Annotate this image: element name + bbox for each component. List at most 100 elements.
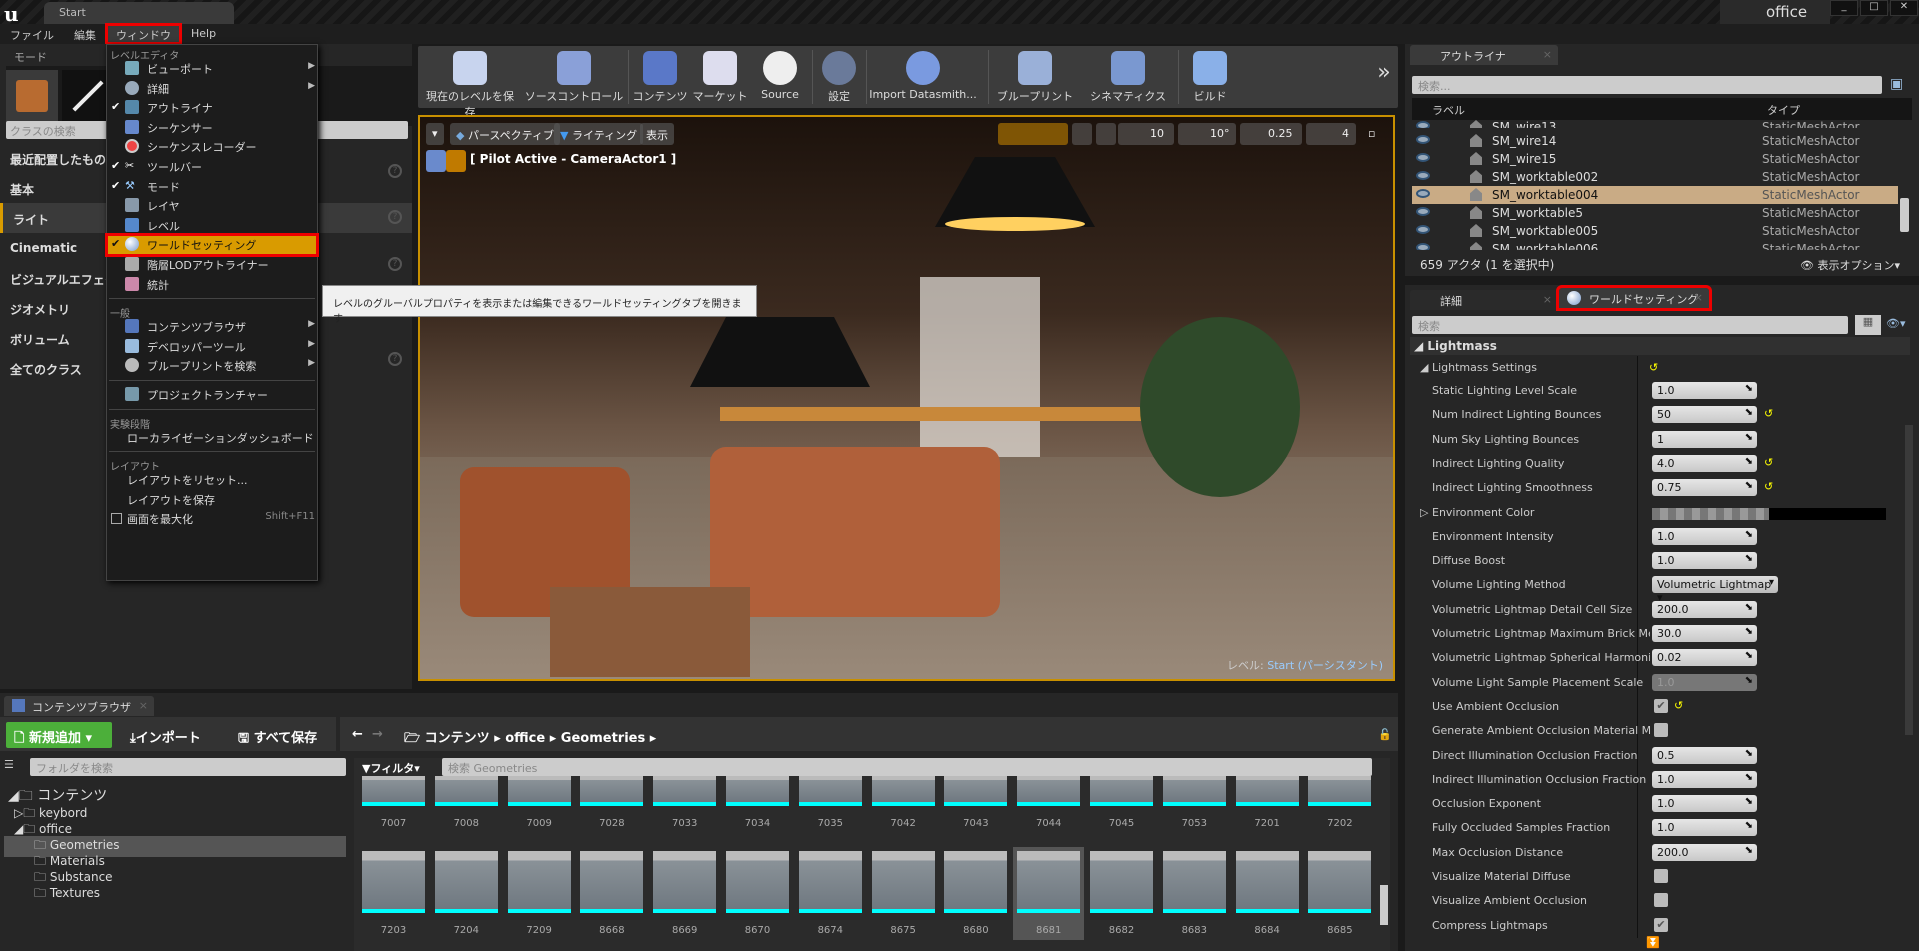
source-button[interactable]: Source bbox=[750, 46, 810, 108]
menu-item-viewports[interactable]: ビューポート ▶ bbox=[107, 59, 317, 79]
environment-color-swatch[interactable] bbox=[1652, 507, 1886, 520]
menu-edit[interactable]: 編集 bbox=[64, 24, 106, 44]
property-value-input[interactable]: 1.0 bbox=[1652, 527, 1757, 545]
visibility-eye-icon[interactable] bbox=[1416, 135, 1430, 144]
close-tab-icon[interactable]: × bbox=[1694, 291, 1703, 304]
visibility-eye-icon[interactable] bbox=[1416, 207, 1430, 216]
volume-lighting-method-dropdown[interactable]: Volumetric Lightmap ▾ bbox=[1652, 576, 1778, 604]
tab-details[interactable]: 詳細 × bbox=[1410, 290, 1558, 310]
checkbox[interactable] bbox=[111, 513, 122, 525]
asset-tile[interactable]: 8681 bbox=[1013, 847, 1085, 940]
maximize-button[interactable]: □ bbox=[1860, 0, 1888, 16]
breadcrumb-content[interactable]: コンテンツ bbox=[425, 731, 490, 746]
property-value-input[interactable]: 1.0 bbox=[1652, 795, 1757, 813]
help-icon[interactable]: ? bbox=[388, 164, 402, 178]
modes-tab[interactable]: モード bbox=[4, 46, 104, 66]
tree-item-textures[interactable]: 🗀 Textures bbox=[34, 884, 100, 905]
outliner-row[interactable]: SM_worktable005 StaticMeshActor bbox=[1412, 222, 1898, 240]
toolbar-overflow-icon[interactable]: » bbox=[1373, 46, 1395, 108]
asset-tile[interactable]: 7042 bbox=[871, 776, 935, 829]
visibility-eye-icon[interactable] bbox=[1416, 225, 1430, 234]
save-all-button[interactable]: 🖫 すべて保存 bbox=[230, 722, 325, 748]
visibility-eye-icon[interactable] bbox=[1416, 243, 1430, 250]
visibility-eye-icon[interactable] bbox=[1416, 171, 1430, 180]
close-button[interactable]: ✕ bbox=[1890, 0, 1918, 16]
level-tab[interactable]: Start bbox=[44, 2, 234, 24]
category-lightmass[interactable]: ◢ Lightmass bbox=[1410, 337, 1910, 355]
camera-speed-button[interactable]: 4 bbox=[1306, 123, 1356, 145]
menu-item-sequence-recorder[interactable]: シーケンスレコーダー bbox=[107, 137, 317, 157]
show-button[interactable]: 表示 bbox=[640, 123, 674, 145]
menu-window[interactable]: ウィンドウ bbox=[105, 23, 182, 45]
asset-tile[interactable]: 7202 bbox=[1308, 776, 1372, 829]
menu-help[interactable]: Help bbox=[181, 24, 226, 44]
import-datasmith-button[interactable]: Import Datasmith... bbox=[868, 46, 978, 108]
menu-item-save-layout[interactable]: レイアウトを保存 bbox=[107, 490, 317, 510]
outliner-row[interactable]: SM_worktable002 StaticMeshActor bbox=[1412, 168, 1898, 186]
asset-tile[interactable]: 7028 bbox=[580, 776, 644, 829]
asset-tile[interactable]: 8683 bbox=[1162, 851, 1226, 936]
outliner-scrollbar[interactable] bbox=[1900, 198, 1909, 232]
menu-item-hlod-outliner[interactable]: 階層LODアウトライナー bbox=[107, 255, 317, 275]
menu-item-fullscreen[interactable]: 画面を最大化 Shift+F11 bbox=[107, 509, 317, 529]
details-search-input[interactable]: 検索 bbox=[1412, 316, 1848, 334]
menu-file[interactable]: ファイル bbox=[0, 24, 64, 44]
asset-scrollbar[interactable] bbox=[1380, 885, 1388, 925]
view-options-button[interactable]: 👁 表示オプション▾ bbox=[1800, 257, 1900, 273]
reset-to-default-icon[interactable]: ↺ bbox=[1764, 480, 1773, 493]
visibility-eye-icon[interactable] bbox=[1416, 121, 1430, 128]
grid-snap-button[interactable]: 10 bbox=[1118, 123, 1174, 145]
scroll-down-icon[interactable]: ⏬ bbox=[1646, 936, 1660, 949]
property-value-input[interactable]: 1.0 bbox=[1652, 552, 1757, 570]
help-icon[interactable]: ? bbox=[388, 210, 402, 224]
scale-snap-button[interactable]: 0.25 bbox=[1240, 123, 1302, 145]
asset-tile[interactable]: 8670 bbox=[726, 851, 789, 936]
asset-tile[interactable]: 7008 bbox=[434, 776, 498, 829]
outliner-row[interactable]: SM_wire14 StaticMeshActor bbox=[1412, 132, 1898, 150]
build-button[interactable]: ビルド bbox=[1180, 46, 1240, 108]
property-checkbox[interactable]: ✔ bbox=[1654, 698, 1668, 713]
property-value-input[interactable]: 1.0 bbox=[1652, 770, 1757, 788]
cinematics-button[interactable]: シネマティクス bbox=[1080, 46, 1176, 108]
reset-to-default-icon[interactable]: ↺ bbox=[1764, 407, 1773, 420]
import-button[interactable]: ⤓インポート bbox=[122, 722, 209, 748]
group-lightmass-settings[interactable]: ◢ Lightmass Settings bbox=[1420, 361, 1537, 374]
property-value-input[interactable]: 1.0 bbox=[1652, 819, 1757, 837]
expand-arrow-icon[interactable]: ▷ bbox=[1420, 506, 1428, 519]
asset-tile[interactable]: 7203 bbox=[362, 851, 425, 936]
close-tab-icon[interactable]: × bbox=[139, 699, 148, 712]
save-level-button[interactable]: 現在のレベルを保存 bbox=[422, 46, 518, 119]
settings-button[interactable]: 設定 bbox=[814, 46, 864, 108]
asset-tile[interactable]: 7043 bbox=[944, 776, 1008, 829]
asset-tile[interactable]: 8682 bbox=[1090, 851, 1153, 936]
asset-tile[interactable]: 8669 bbox=[653, 851, 717, 936]
asset-tile[interactable]: 7033 bbox=[653, 776, 717, 829]
rotation-snap-button[interactable]: 10° bbox=[1178, 123, 1236, 145]
pilot-icon[interactable] bbox=[446, 150, 466, 172]
column-type[interactable]: タイプ bbox=[1767, 102, 1800, 118]
outliner-row[interactable]: SM_worktable5 StaticMeshActor bbox=[1412, 204, 1898, 222]
property-checkbox[interactable]: ✔ bbox=[1654, 917, 1668, 932]
asset-tile[interactable]: 8674 bbox=[798, 851, 862, 936]
viewport-options-button[interactable]: ▾ bbox=[426, 123, 444, 145]
asset-search-input[interactable]: 検索 Geometries bbox=[442, 758, 1372, 776]
menu-item-reset-layout[interactable]: レイアウトをリセット... bbox=[107, 470, 317, 490]
menu-item-project-launcher[interactable]: プロジェクトランチャー bbox=[107, 385, 317, 405]
tab-outliner[interactable]: アウトライナ × bbox=[1410, 45, 1558, 65]
asset-tile[interactable]: 8680 bbox=[944, 851, 1008, 936]
outliner-row[interactable]: SM_wire13 StaticMeshActor bbox=[1412, 118, 1898, 128]
outliner-row[interactable]: SM_worktable004 StaticMeshActor bbox=[1412, 186, 1898, 204]
menu-item-layers[interactable]: レイヤ bbox=[107, 196, 317, 216]
outliner-search-input[interactable]: 検索... bbox=[1412, 76, 1882, 94]
outliner-row[interactable]: SM_wire15 StaticMeshActor bbox=[1412, 150, 1898, 168]
property-value-input[interactable]: 200.0 bbox=[1652, 600, 1757, 618]
help-icon[interactable]: ? bbox=[388, 352, 402, 366]
perspective-button[interactable]: ◆ パースペクティブ bbox=[450, 123, 560, 145]
close-tab-icon[interactable]: × bbox=[1543, 293, 1552, 306]
menu-item-world-settings[interactable]: ✔ ワールドセッティング bbox=[105, 233, 319, 257]
property-value-input[interactable]: 0.02 bbox=[1652, 649, 1757, 667]
details-scrollbar[interactable] bbox=[1905, 425, 1913, 735]
property-value-input[interactable]: 4.0 bbox=[1652, 454, 1757, 472]
menu-item-modes[interactable]: ✔ ⚒ モード bbox=[107, 177, 317, 197]
menu-item-localization-dashboard[interactable]: ローカライゼーションダッシュボード bbox=[107, 428, 317, 448]
